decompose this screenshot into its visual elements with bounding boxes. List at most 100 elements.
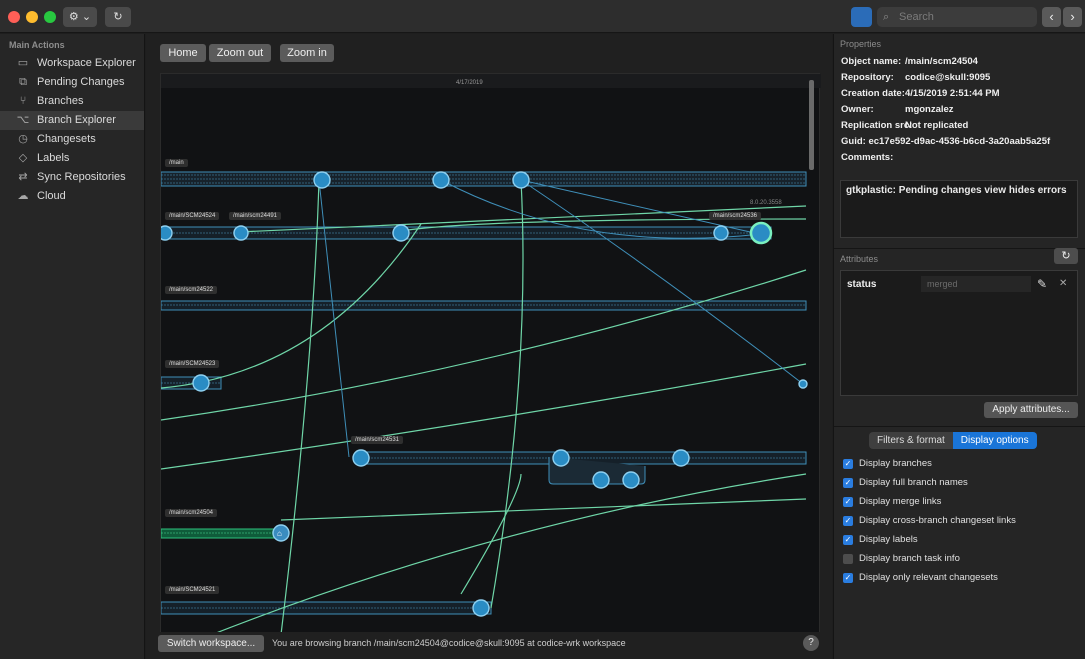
branch-lane-scm24522[interactable]	[161, 300, 807, 311]
sidebar-item-pending-changes[interactable]: ⧉ Pending Changes	[0, 73, 144, 92]
sidebar-item-labels[interactable]: ◇ Labels	[0, 149, 144, 168]
display-option-row[interactable]: ✓ Display merge links	[834, 492, 1085, 511]
attribute-value-field[interactable]: merged	[921, 276, 1031, 292]
changeset-node[interactable]	[622, 471, 640, 489]
checkbox[interactable]	[843, 553, 853, 564]
option-label: Display merge links	[859, 496, 942, 507]
attribute-name: status	[847, 279, 877, 290]
changeset-node[interactable]	[512, 171, 530, 189]
sidebar-item-branches[interactable]: ⑂ Branches	[0, 92, 144, 111]
attributes-refresh-button[interactable]: ↻	[1054, 248, 1078, 264]
back-button[interactable]: ‹	[1042, 7, 1061, 27]
cloud-icon: ☁	[17, 190, 29, 202]
display-option-row[interactable]: ✓ Display cross-branch changeset links	[834, 511, 1085, 530]
property-row: Replication src:Not replicated	[834, 118, 1085, 134]
close-window-button[interactable]	[8, 11, 20, 23]
changeset-node[interactable]	[432, 171, 450, 189]
minimize-window-button[interactable]	[26, 11, 38, 23]
sidebar-item-label: Sync Repositories	[37, 171, 126, 183]
property-key: Repository:	[841, 72, 894, 83]
delete-icon[interactable]: ✕	[1059, 278, 1067, 289]
changeset-node[interactable]	[161, 225, 173, 241]
sidebar-item-workspace-explorer[interactable]: ▭ Workspace Explorer	[0, 54, 144, 73]
property-key: Object name:	[841, 56, 902, 67]
panel-icon[interactable]	[851, 7, 872, 27]
changeset-node[interactable]	[352, 449, 370, 467]
guid-label: Guid:	[841, 136, 866, 147]
sidebar-item-label: Pending Changes	[37, 76, 125, 88]
home-button[interactable]: Home	[160, 44, 206, 62]
changeset-node[interactable]	[672, 449, 690, 467]
folder-icon: ▭	[17, 57, 29, 69]
property-key: Creation date:	[841, 88, 905, 99]
sidebar: Main Actions ▭ Workspace Explorer ⧉ Pending…	[0, 34, 145, 659]
display-option-row[interactable]: ✓ Display labels	[834, 530, 1085, 549]
changeset-node[interactable]	[313, 171, 331, 189]
branch-lane-scm24504-selected[interactable]	[161, 528, 284, 539]
changeset-node[interactable]	[713, 225, 729, 241]
display-option-row[interactable]: ✓ Display only relevant changesets	[834, 568, 1085, 587]
status-text: You are browsing branch /main/scm24504@c…	[272, 638, 626, 648]
option-label: Display labels	[859, 534, 918, 545]
search-input[interactable]: ⌕ Search	[877, 7, 1037, 27]
zoom-out-button[interactable]: Zoom out	[209, 44, 271, 62]
maximize-window-button[interactable]	[44, 11, 56, 23]
edit-icon[interactable]: ✎	[1037, 277, 1047, 291]
changeset-node[interactable]	[472, 599, 490, 617]
display-option-row[interactable]: ✓ Display branches	[834, 454, 1085, 473]
changeset-node[interactable]	[592, 471, 610, 489]
changeset-node[interactable]	[233, 225, 249, 241]
changeset-node[interactable]	[552, 449, 570, 467]
sidebar-item-changesets[interactable]: ◷ Changesets	[0, 130, 144, 149]
changeset-tag-label: 8.0.20.3558	[750, 200, 782, 206]
branch-explorer-canvas[interactable]: 4/17/2019 ⌂ /main /main/SCM24524 /main/s…	[160, 73, 821, 651]
checkbox[interactable]: ✓	[843, 534, 853, 545]
branch-label-main: /main	[165, 159, 188, 167]
branch-label-scm24524: /main/SCM24524	[165, 212, 220, 220]
sidebar-item-branch-explorer[interactable]: ⌥ Branch Explorer	[0, 111, 144, 130]
switch-workspace-button[interactable]: Switch workspace...	[158, 635, 264, 652]
changeset-node[interactable]	[798, 379, 808, 389]
date-label: 4/17/2019	[456, 80, 483, 86]
search-placeholder: Search	[899, 11, 934, 23]
help-button[interactable]: ?	[803, 635, 819, 651]
tab-filters-format[interactable]: Filters & format	[869, 432, 953, 449]
settings-menu-button[interactable]: ⚙ ⌄	[63, 7, 97, 27]
checkbox[interactable]: ✓	[843, 496, 853, 507]
property-value: codice@skull:9095	[905, 72, 991, 83]
checkbox[interactable]: ✓	[843, 477, 853, 488]
option-label: Display branches	[859, 458, 932, 469]
home-icon: ⌂	[277, 529, 282, 538]
comments-field[interactable]: gtkplastic: Pending changes view hides e…	[840, 180, 1078, 238]
sidebar-item-cloud[interactable]: ☁ Cloud	[0, 187, 144, 206]
property-row: Object name:/main/scm24504	[834, 54, 1085, 70]
checkbox[interactable]: ✓	[843, 458, 853, 469]
sidebar-item-label: Branch Explorer	[37, 114, 116, 126]
sync-icon: ⇄	[18, 171, 28, 183]
status-bar: Switch workspace... You are browsing bra…	[146, 632, 832, 659]
attributes-title: Attributes	[840, 254, 879, 264]
changeset-node[interactable]	[392, 224, 410, 242]
apply-attributes-button[interactable]: Apply attributes...	[984, 402, 1078, 418]
branch-graph[interactable]: 4/17/2019 ⌂	[161, 74, 821, 651]
property-value: Not replicated	[905, 120, 969, 131]
vertical-scrollbar[interactable]	[809, 80, 814, 170]
tab-display-options[interactable]: Display options	[952, 432, 1037, 449]
display-option-row[interactable]: Display branch task info	[834, 549, 1085, 568]
refresh-button[interactable]: ↻	[105, 7, 131, 27]
display-option-row[interactable]: ✓ Display full branch names	[834, 473, 1085, 492]
branch-label-scm24504: /main/scm24504	[165, 509, 218, 517]
option-label: Display cross-branch changeset links	[859, 515, 1016, 526]
option-label: Display branch task info	[859, 553, 960, 564]
branch-label-scm24523: /main/SCM24523	[165, 360, 220, 368]
changeset-node[interactable]	[192, 374, 210, 392]
zoom-in-button[interactable]: Zoom in	[280, 44, 334, 62]
checkbox[interactable]: ✓	[843, 515, 853, 526]
changeset-node-selected[interactable]	[749, 221, 773, 245]
checkbox[interactable]: ✓	[843, 572, 853, 583]
forward-button[interactable]: ›	[1063, 7, 1082, 27]
guid-row: Guid: ec17e592-d9ac-4536-b6cd-3a20aab5a2…	[834, 134, 1085, 150]
sidebar-item-sync-repositories[interactable]: ⇄ Sync Repositories	[0, 168, 144, 187]
sidebar-item-label: Labels	[37, 152, 70, 164]
property-key: Replication src:	[841, 120, 913, 131]
